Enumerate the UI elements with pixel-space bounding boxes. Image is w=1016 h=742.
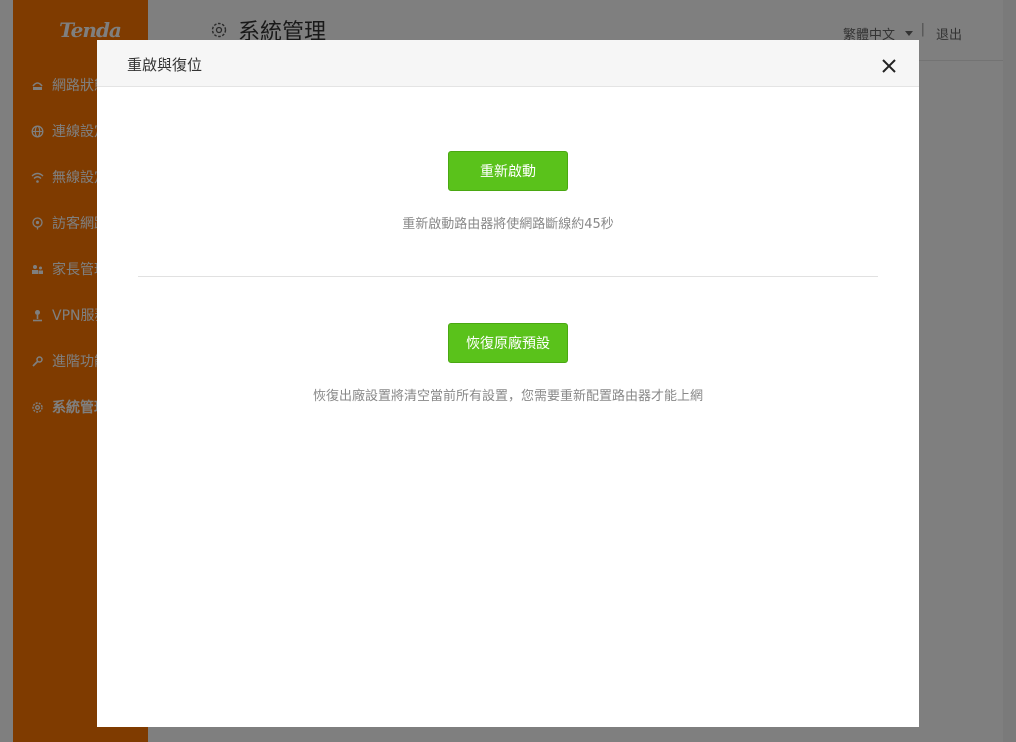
- close-button[interactable]: [881, 58, 897, 74]
- divider: [138, 276, 878, 277]
- dialog-header: 重啟與復位: [97, 40, 919, 87]
- page: Tenda 網路狀態 連線設定 無線設定: [0, 0, 1016, 742]
- dialog-title: 重啟與復位: [127, 56, 203, 74]
- reboot-reset-dialog: 重啟與復位 重新啟動 重新啟動路由器將使網路斷線約45秒 恢復原廠預設 恢復出廠…: [97, 40, 919, 727]
- close-icon: [882, 59, 896, 73]
- factory-reset-button[interactable]: 恢復原廠預設: [448, 323, 568, 363]
- reboot-description: 重新啟動路由器將使網路斷線約45秒: [402, 217, 614, 232]
- reboot-button[interactable]: 重新啟動: [448, 151, 568, 191]
- factory-reset-description: 恢復出廠設置將清空當前所有設置，您需要重新配置路由器才能上網: [312, 389, 703, 404]
